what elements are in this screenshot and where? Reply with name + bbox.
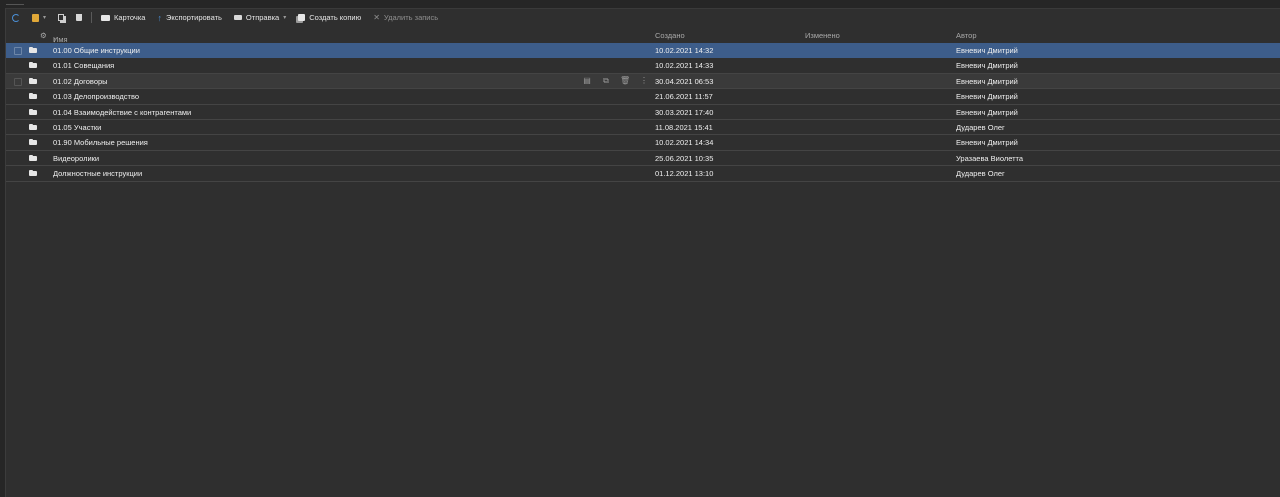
folder-icon: [29, 170, 37, 177]
copy-button[interactable]: [52, 9, 70, 26]
row-author: Евневич Дмитрий: [956, 107, 1018, 117]
row-author: Евневич Дмитрий: [956, 61, 1018, 71]
table-row[interactable]: Видеоролики 25.06.2021 10:35 Уразаева Виол…: [6, 151, 1280, 167]
chevron-down-icon: ▾: [43, 15, 47, 21]
column-header-created[interactable]: Создано: [655, 31, 685, 40]
duplicate-icon: [298, 14, 306, 21]
card-label: Карточка: [114, 13, 146, 22]
row-author: Евневич Дмитрий: [956, 92, 1018, 102]
export-button[interactable]: ↑ Экспортировать: [151, 9, 227, 26]
row-created: 25.06.2021 10:35: [655, 153, 714, 163]
trash-icon: [76, 14, 83, 21]
new-document-button[interactable]: ▾: [26, 9, 52, 26]
folder-list: 01.00 Общие инструкции 10.02.2021 14:32 Ев…: [6, 43, 1280, 182]
row-author: Уразаева Виолетта: [956, 153, 1024, 163]
row-created: 21.06.2021 11:57: [655, 92, 713, 102]
row-author: Дударев Олег: [956, 169, 1005, 179]
create-copy-label: Создать копию: [309, 13, 362, 22]
table-row[interactable]: 01.05 Участки 11.08.2021 15:41 Дударев Оле…: [6, 120, 1280, 136]
copy-icon: [58, 14, 65, 21]
row-created: 30.03.2021 17:40: [655, 107, 714, 117]
row-name: 01.05 Участки: [53, 122, 102, 132]
top-strip-tab: [6, 0, 24, 5]
table-row[interactable]: 01.04 Взаимодействие с контрагентами 30.0…: [6, 105, 1280, 120]
close-icon: ✕: [373, 13, 380, 22]
column-header-modified[interactable]: Изменено: [805, 31, 840, 40]
row-checkbox[interactable]: [14, 77, 22, 86]
trash-icon[interactable]: 🗑: [620, 76, 630, 85]
row-created: 30.04.2021 06:53: [655, 76, 714, 86]
row-name: 01.01 Совещания: [53, 61, 115, 71]
row-name: Должностные инструкции: [53, 169, 143, 179]
row-name: 01.03 Делопроизводство: [53, 92, 140, 102]
row-author: Евневич Дмитрий: [956, 138, 1018, 148]
folder-icon: [29, 47, 37, 53]
folder-icon: [29, 123, 37, 130]
toolbar-divider: [91, 12, 93, 23]
row-created: 01.12.2021 13:10: [655, 169, 714, 179]
row-created: 10.02.2021 14:33: [655, 61, 714, 71]
delete-button[interactable]: [70, 9, 88, 26]
toolbar: ▾ Карточка ↑ Экспортировать Отправка ▾ Соз…: [6, 9, 1280, 26]
folder-icon: [29, 62, 37, 69]
copy-icon[interactable]: ⧉: [601, 76, 611, 86]
row-name: 01.90 Мобильные решения: [53, 138, 148, 148]
create-copy-button[interactable]: Создать копию: [292, 9, 367, 26]
table-row[interactable]: 01.03 Делопроизводство 21.06.2021 11:57 Ев…: [6, 89, 1280, 105]
table-header: ⚙ Имя ↑ Создано Изменено Автор: [6, 27, 1280, 44]
row-name: 01.00 Общие инструкции: [53, 46, 140, 55]
row-checkbox[interactable]: [14, 47, 22, 55]
table-row[interactable]: 01.90 Мобильные решения 10.02.2021 14:34 Е…: [6, 135, 1280, 151]
row-name: 01.04 Взаимодействие с контрагентами: [53, 107, 192, 117]
export-icon: ↑: [157, 12, 162, 23]
delete-record-button[interactable]: ✕ Удалить запись: [367, 9, 444, 26]
new-document-icon: [32, 13, 39, 22]
row-created: 10.02.2021 14:34: [655, 138, 714, 148]
refresh-icon: [12, 13, 20, 22]
chevron-down-icon: ▾: [283, 15, 287, 21]
more-icon[interactable]: ⋮: [639, 76, 649, 85]
column-header-author[interactable]: Автор: [956, 31, 977, 40]
row-created: 11.08.2021 15:41: [655, 122, 713, 132]
delete-record-label: Удалить запись: [383, 13, 439, 22]
row-author: Евневич Дмитрий: [956, 46, 1018, 55]
folder-icon: [29, 93, 37, 100]
table-row[interactable]: 01.01 Совещания 10.02.2021 14:33 Евневич Д…: [6, 58, 1280, 74]
row-actions: ▤ ⧉ 🗑 ⋮: [582, 76, 649, 86]
row-name: 01.02 Договоры: [53, 76, 108, 86]
folder-icon: [29, 77, 37, 84]
send-label: Отправка: [245, 13, 280, 22]
send-button[interactable]: Отправка ▾: [228, 9, 292, 26]
card-icon[interactable]: ▤: [582, 76, 592, 85]
folder-icon: [29, 154, 37, 161]
table-row[interactable]: 01.00 Общие инструкции 10.02.2021 14:32 Ев…: [6, 43, 1280, 59]
row-name: Видеоролики: [53, 153, 100, 163]
table-row[interactable]: 01.02 Договоры ▤ ⧉ 🗑 ⋮ 30.04.2021 06:53 Евневи…: [6, 73, 1280, 90]
card-button[interactable]: Карточка: [95, 9, 151, 26]
row-author: Дударев Олег: [956, 122, 1005, 132]
export-label: Экспортировать: [165, 13, 222, 22]
table-row[interactable]: Должностные инструкции 01.12.2021 13:10 Ду…: [6, 166, 1280, 182]
row-created: 10.02.2021 14:32: [655, 46, 714, 55]
folder-icon: [29, 139, 37, 146]
send-icon: [233, 15, 242, 20]
row-author: Евневич Дмитрий: [956, 76, 1018, 86]
settings-icon[interactable]: ⚙: [40, 31, 47, 40]
window-top-strip: [0, 0, 1280, 9]
card-icon: [101, 14, 111, 21]
folder-icon: [29, 108, 37, 115]
refresh-button[interactable]: [6, 9, 26, 26]
